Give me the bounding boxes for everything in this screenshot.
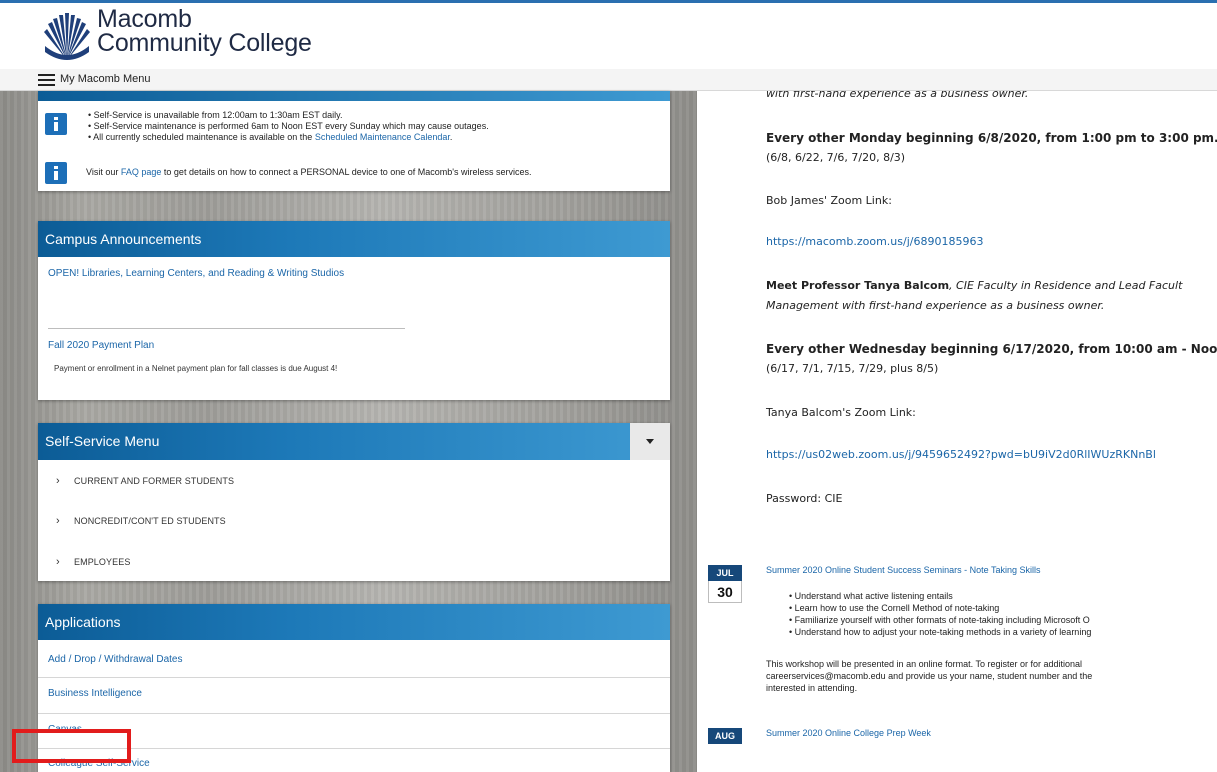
campus-announcements-title: Campus Announcements bbox=[38, 221, 670, 257]
event-bullet: Learn how to use the Cornell Method of n… bbox=[789, 602, 1091, 614]
event-title-link[interactable]: Summer 2020 Online Student Success Semin… bbox=[766, 565, 1040, 575]
event-month: AUG bbox=[708, 728, 742, 744]
event-description-line: interested in attending. bbox=[766, 683, 858, 693]
row-divider bbox=[38, 677, 670, 678]
monday-schedule: Every other Monday beginning 6/8/2020, f… bbox=[766, 131, 1217, 145]
payment-plan-text: Payment or enrollment in a Nelnet paymen… bbox=[54, 364, 338, 373]
maintenance-calendar-link[interactable]: Scheduled Maintenance Calendar bbox=[315, 132, 450, 142]
event-month: JUL bbox=[708, 565, 742, 581]
app-add-drop-withdrawal[interactable]: Add / Drop / Withdrawal Dates bbox=[48, 654, 183, 665]
notice-item-text: All currently scheduled maintenance is a… bbox=[93, 132, 313, 142]
info-icon bbox=[45, 113, 67, 135]
event-title-link[interactable]: Summer 2020 Online College Prep Week bbox=[766, 728, 931, 738]
tanya-zoom-label: Tanya Balcom's Zoom Link: bbox=[766, 406, 916, 419]
zoom-password: Password: CIE bbox=[766, 492, 843, 505]
campus-announcements-panel: Campus Announcements OPEN! Libraries, Le… bbox=[38, 221, 670, 400]
faq-page-link[interactable]: FAQ page bbox=[121, 167, 162, 177]
app-business-intelligence[interactable]: Business Intelligence bbox=[48, 688, 142, 699]
college-logo[interactable] bbox=[42, 10, 92, 62]
ss-item-label: NONCREDIT/CON'T ED STUDENTS bbox=[74, 516, 226, 526]
event-bullet: Understand what active listening entails bbox=[789, 590, 1091, 602]
event-description-line: careerservices@macomb.edu and provide us… bbox=[766, 671, 1093, 681]
row-divider bbox=[38, 713, 670, 714]
event-description: This workshop will be presented in an on… bbox=[766, 658, 1092, 694]
dropdown-toggle-button[interactable] bbox=[630, 423, 670, 460]
applications-title: Applications bbox=[38, 604, 670, 640]
event-day: 30 bbox=[708, 581, 742, 603]
self-service-menu-panel: Self-Service Menu › CURRENT AND FORMER ST… bbox=[38, 423, 670, 581]
libraries-open-link[interactable]: OPEN! Libraries, Learning Centers, and R… bbox=[48, 268, 344, 279]
bob-zoom-link[interactable]: https://macomb.zoom.us/j/6890185963 bbox=[766, 235, 983, 248]
applications-panel: Applications Add / Drop / Withdrawal Dat… bbox=[38, 604, 670, 772]
ss-item-label: EMPLOYEES bbox=[74, 557, 131, 567]
monday-dates: (6/8, 6/22, 7/6, 7/20, 8/3) bbox=[766, 151, 906, 164]
ss-item-label: CURRENT AND FORMER STUDENTS bbox=[74, 476, 235, 486]
self-service-menu-title: Self-Service Menu bbox=[45, 433, 160, 449]
college-name: Macomb Community College bbox=[97, 5, 312, 57]
bob-zoom-label: Bob James' Zoom Link: bbox=[766, 194, 892, 207]
tanya-zoom-link[interactable]: https://us02web.zoom.us/j/9459652492?pwd… bbox=[766, 448, 1156, 461]
faq-notice: Visit our FAQ page to get details on how… bbox=[86, 167, 532, 177]
event-date-badge: AUG bbox=[708, 728, 742, 744]
event-bullet-list: Understand what active listening entails… bbox=[789, 590, 1092, 638]
canvas-highlight-box bbox=[12, 729, 131, 763]
notice-item: Self-Service maintenance is performed 6a… bbox=[88, 121, 489, 132]
notice-item-suffix: . bbox=[449, 132, 453, 142]
site-header: Macomb Community College bbox=[0, 3, 1217, 69]
event-date-badge: JUL 30 bbox=[708, 565, 742, 603]
college-name-line1: Macomb bbox=[97, 5, 192, 33]
ss-item-employees[interactable]: › EMPLOYEES bbox=[56, 556, 130, 568]
hamburger-menu-icon[interactable] bbox=[38, 74, 55, 87]
wednesday-schedule: Every other Wednesday beginning 6/17/202… bbox=[766, 342, 1217, 356]
faq-prefix: Visit our bbox=[86, 167, 119, 177]
notice-item: All currently scheduled maintenance is a… bbox=[88, 132, 489, 143]
self-service-menu-header: Self-Service Menu bbox=[38, 423, 670, 460]
chevron-right-icon: › bbox=[56, 556, 60, 568]
tanya-title: , CIE Faculty in Residence and Lead Facu… bbox=[949, 279, 1183, 292]
notice-panel-header bbox=[38, 91, 670, 101]
maintenance-notice-panel: Self-Service is unavailable from 12:00am… bbox=[38, 91, 670, 191]
tanya-intro-line2: Management with first-hand experience as… bbox=[766, 299, 1105, 312]
tanya-name: Meet Professor Tanya Balcom bbox=[766, 279, 950, 292]
chevron-right-icon: › bbox=[56, 515, 60, 527]
event-description-line: This workshop will be presented in an on… bbox=[766, 659, 1082, 669]
ss-item-current-former-students[interactable]: › CURRENT AND FORMER STUDENTS bbox=[56, 475, 234, 487]
wednesday-dates: (6/17, 7/1, 7/15, 7/29, plus 8/5) bbox=[766, 362, 939, 375]
event-bullet: Understand how to adjust your note-takin… bbox=[789, 626, 1092, 638]
tanya-intro: Meet Professor Tanya Balcom, CIE Faculty… bbox=[766, 279, 1182, 292]
event-bullet: Familiarize yourself with other formats … bbox=[789, 614, 1091, 626]
payment-plan-link[interactable]: Fall 2020 Payment Plan bbox=[48, 340, 154, 351]
notice-item: Self-Service is unavailable from 12:00am… bbox=[88, 110, 489, 121]
maintenance-notice-list: Self-Service is unavailable from 12:00am… bbox=[88, 110, 489, 143]
events-content: with first-hand experience as a business… bbox=[697, 91, 1217, 772]
ss-item-noncredit-students[interactable]: › NONCREDIT/CON'T ED STUDENTS bbox=[56, 515, 226, 527]
row-divider bbox=[38, 748, 670, 749]
faq-suffix: to get details on how to connect a PERSO… bbox=[163, 167, 532, 177]
cut-off-line: with first-hand experience as a business… bbox=[766, 91, 1029, 100]
chevron-right-icon: › bbox=[56, 475, 60, 487]
college-name-line2: Community College bbox=[97, 29, 312, 57]
info-icon bbox=[45, 162, 67, 184]
my-macomb-menu-label[interactable]: My Macomb Menu bbox=[60, 73, 150, 85]
announcement-divider bbox=[48, 328, 405, 329]
menu-bar: My Macomb Menu bbox=[0, 69, 1217, 91]
